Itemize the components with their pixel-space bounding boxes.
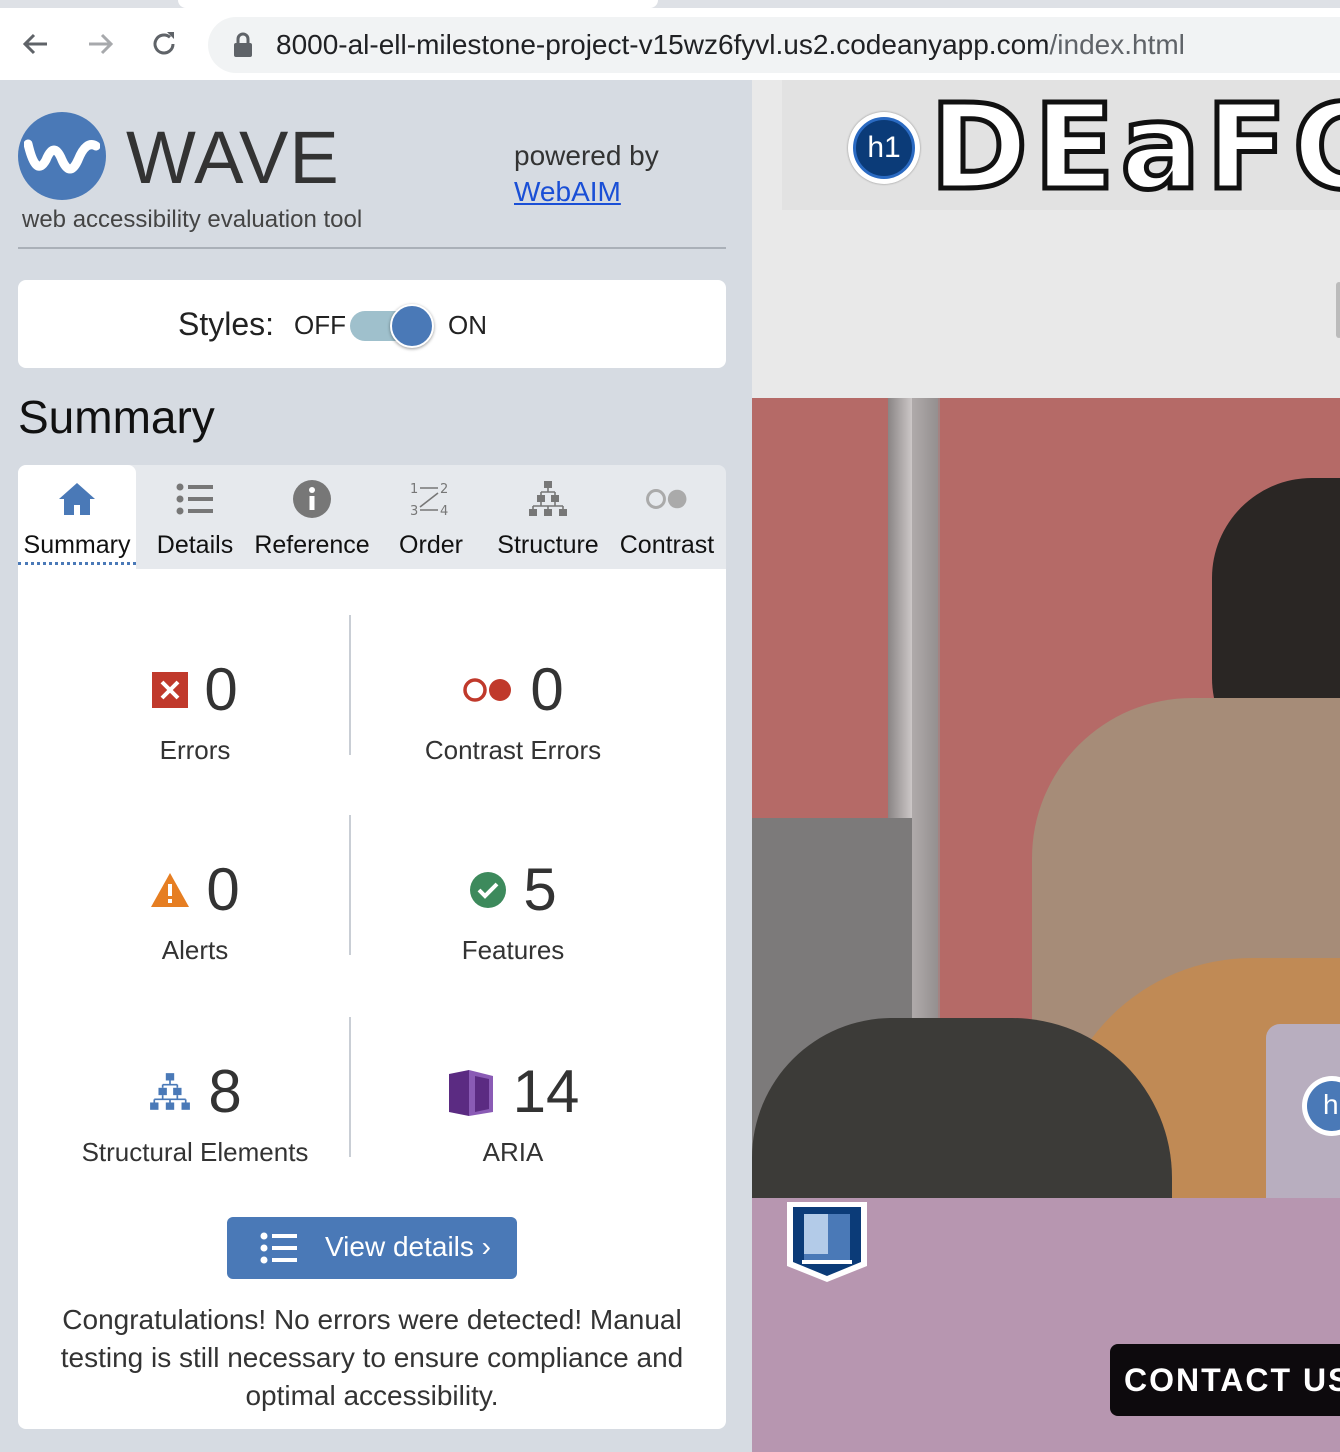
features-count: 5 (523, 856, 557, 923)
wave-logo-icon (24, 139, 100, 174)
reload-button[interactable] (142, 22, 186, 66)
alerts-stat[interactable]: 0 Alerts (30, 855, 360, 966)
styles-toggle-knob[interactable] (390, 304, 434, 348)
structural-elements-stat[interactable]: 8 Structural Elements (30, 1057, 360, 1168)
aria-label: ARIA (482, 1137, 544, 1167)
view-details-label: View details › (325, 1231, 492, 1262)
contrast-errors-label: Contrast Errors (424, 735, 602, 765)
back-arrow-icon (22, 33, 47, 55)
contrast-icon (645, 479, 689, 519)
svg-text:3: 3 (410, 504, 418, 519)
h1-indicator-text: h1 (853, 117, 915, 179)
powered-by-label: powered by (514, 140, 659, 171)
features-label: Features (461, 935, 565, 965)
contrast-errors-stat[interactable]: 0 Contrast Errors (348, 655, 678, 766)
alerts-label: Alerts (161, 935, 229, 965)
list-icon (260, 1232, 297, 1264)
list-icon (173, 479, 217, 519)
structure-icon (150, 1073, 191, 1110)
wave-tabs: Summary Details Reference 1 2 3 4 Order Str… (18, 465, 726, 569)
aria-count: 14 (512, 1058, 580, 1125)
tab-order-label: Order (399, 531, 463, 559)
region-landmark-icon[interactable] (784, 1200, 870, 1284)
hero-image: h (752, 398, 1340, 1198)
tab-contrast-label: Contrast (619, 531, 715, 559)
tab-summary[interactable]: Summary (18, 465, 136, 569)
h1-indicator-icon[interactable]: h1 (848, 112, 920, 184)
info-icon (290, 479, 334, 519)
wave-subtitle: web accessibility evaluation tool (22, 206, 363, 233)
tab-details-label: Details (156, 531, 234, 559)
styles-label: Styles: (178, 306, 275, 342)
heading-indicator-text: h (1307, 1081, 1340, 1131)
page-scrollbar[interactable] (1336, 282, 1340, 338)
styles-toggle-panel: Styles: OFF ON (18, 280, 726, 368)
alert-icon (151, 873, 190, 907)
site-title: DEaFC (927, 78, 1340, 216)
forward-button[interactable] (78, 22, 122, 66)
webaim-link[interactable]: WebAIM (514, 176, 621, 208)
features-stat[interactable]: 5 Features (348, 855, 678, 966)
error-icon (152, 672, 189, 708)
alerts-count: 0 (206, 856, 240, 923)
feature-check-icon (470, 872, 507, 908)
structural-label: Structural Elements (81, 1137, 309, 1167)
wave-title: WAVE (126, 116, 340, 199)
back-button[interactable] (14, 22, 58, 66)
home-icon (55, 479, 99, 519)
tab-reference[interactable]: Reference (252, 465, 372, 569)
contact-us-button[interactable]: CONTACT US (1110, 1344, 1340, 1416)
svg-text:2: 2 (440, 482, 448, 497)
address-bar[interactable]: 8000-al-ell-milestone-project-v15wz6fyvl… (208, 17, 1340, 73)
summary-card: 0 Errors 0 Contrast Errors 0 Alerts 5 Fe… (18, 569, 726, 1429)
contrast-errors-count: 0 (530, 656, 564, 723)
svg-text:1: 1 (410, 482, 418, 497)
tab-details[interactable]: Details (148, 465, 242, 569)
styles-on-label: ON (448, 310, 487, 340)
congrats-message: Congratulations! No errors were detected… (60, 1304, 684, 1411)
reload-icon (153, 32, 175, 55)
wave-logo (18, 112, 106, 200)
lock-icon (234, 32, 252, 57)
contrast-error-icon (463, 678, 512, 702)
tab-structure[interactable]: Structure (492, 465, 604, 569)
tab-order[interactable]: 1 2 3 4 Order (384, 465, 478, 569)
order-icon: 1 2 3 4 (409, 479, 453, 519)
forward-arrow-icon (89, 33, 114, 55)
tab-summary-label: Summary (18, 531, 136, 565)
active-browser-tab[interactable] (178, 0, 658, 8)
wave-sidebar: WAVE web accessibility evaluation tool p… (0, 80, 752, 1452)
aria-stat[interactable]: 14 ARIA (348, 1057, 678, 1168)
svg-text:4: 4 (440, 504, 448, 519)
header-divider (18, 247, 726, 249)
url-text[interactable]: 8000-al-ell-milestone-project-v15wz6fyvl… (276, 27, 1185, 63)
structural-count: 8 (208, 1058, 242, 1125)
evaluated-page: h1 DEaFC h CONTACT US (752, 80, 1340, 1452)
tab-strip (0, 0, 1340, 8)
structure-icon (526, 479, 570, 519)
styles-off-label: OFF (294, 310, 346, 340)
site-header: h1 DEaFC (782, 78, 1340, 216)
tab-structure-label: Structure (497, 531, 599, 559)
aria-icon (448, 1070, 493, 1116)
errors-label: Errors (159, 735, 231, 765)
errors-count: 0 (204, 656, 238, 723)
tab-contrast[interactable]: Contrast (616, 465, 718, 569)
browser-toolbar: 8000-al-ell-milestone-project-v15wz6fyvl… (0, 0, 1340, 80)
view-details-button[interactable]: View details › (227, 1217, 517, 1279)
summary-heading: Summary (18, 391, 215, 443)
errors-stat[interactable]: 0 Errors (30, 655, 360, 766)
tab-reference-label: Reference (254, 531, 370, 559)
footer-section: CONTACT US (752, 1198, 1340, 1452)
